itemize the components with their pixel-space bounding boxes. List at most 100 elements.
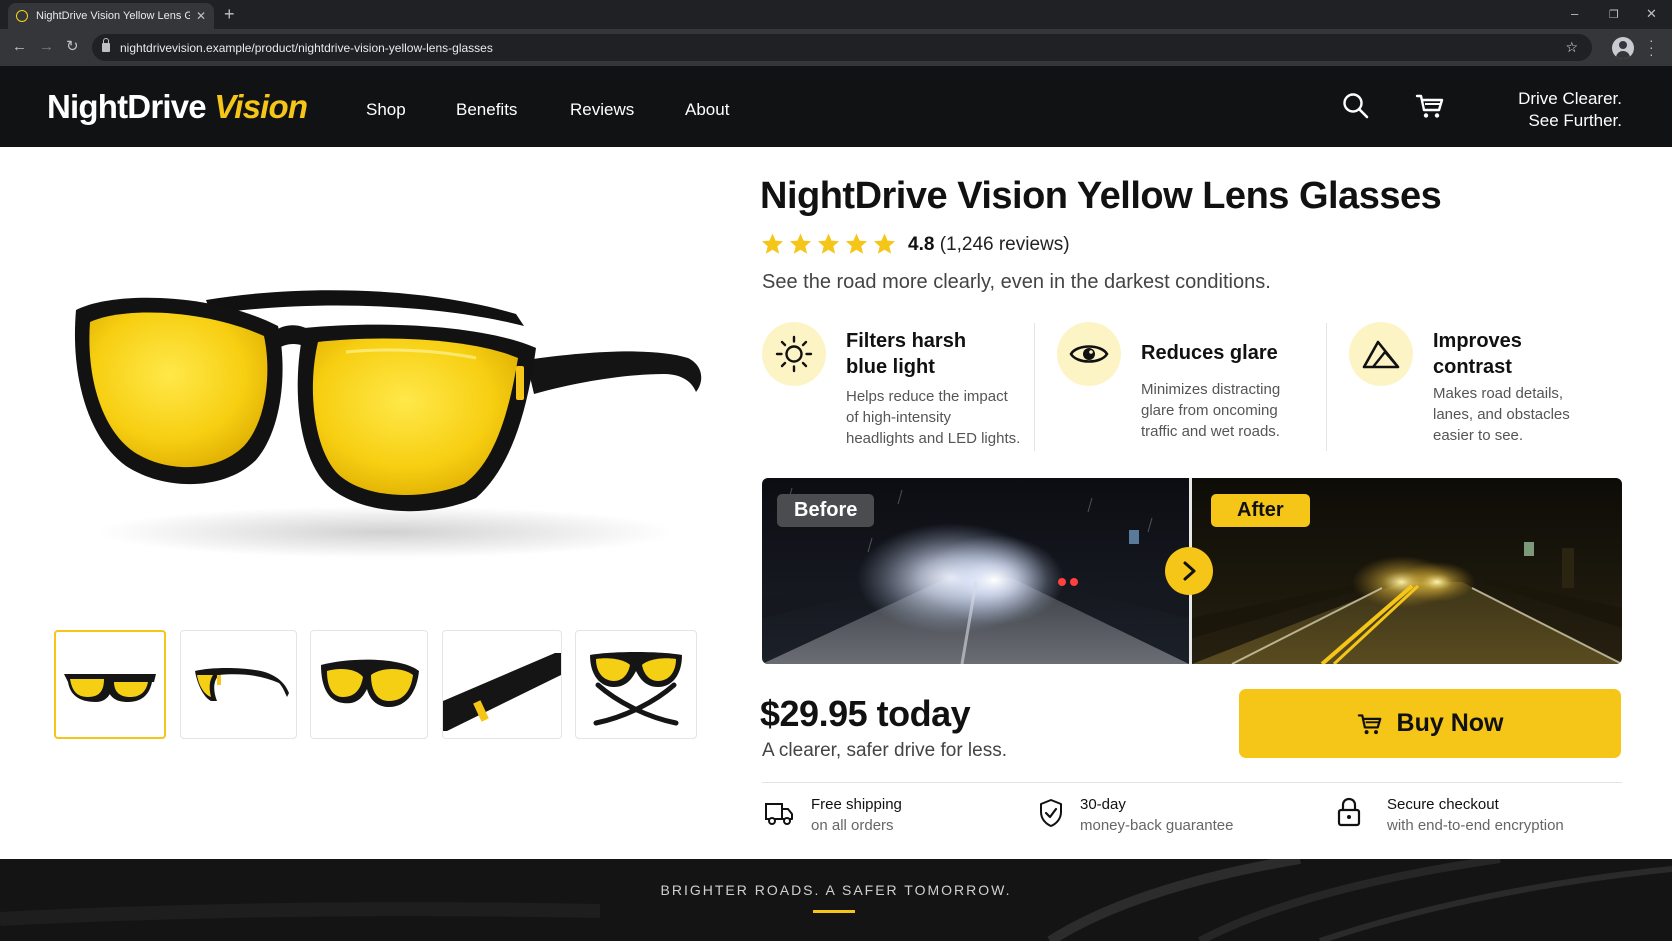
window-close-icon[interactable]: ✕ xyxy=(1646,6,1657,22)
favicon-icon xyxy=(16,10,28,22)
url-field[interactable]: nightdrivevision.example/product/nightdr… xyxy=(92,34,1592,61)
reload-icon[interactable]: ↻ xyxy=(66,38,79,56)
trust-subtitle: on all orders xyxy=(811,817,894,834)
back-icon[interactable]: ← xyxy=(12,38,27,56)
feature-description: Makes road details, lanes, and obstacles… xyxy=(1433,383,1570,446)
mountain-icon xyxy=(1362,340,1400,369)
nav-benefits[interactable]: Benefits xyxy=(456,100,517,120)
star-icon xyxy=(789,233,812,254)
site-logo[interactable]: NightDrive Vision xyxy=(47,88,308,126)
feature-divider xyxy=(1034,323,1035,451)
url-text: nightdrivevision.example/product/nightdr… xyxy=(120,40,493,55)
product-main-image[interactable] xyxy=(56,270,706,600)
forward-icon[interactable]: → xyxy=(39,38,54,56)
feature-title-line: contrast xyxy=(1433,356,1512,378)
nav-about[interactable]: About xyxy=(685,100,729,120)
browser-tab-strip: NightDrive Vision Yellow Lens Glasses ✕ … xyxy=(0,0,1672,29)
before-badge: Before xyxy=(777,494,875,527)
trust-subtitle: money-back guarantee xyxy=(1080,817,1234,834)
eye-icon xyxy=(1069,345,1109,363)
header-tagline: Drive Clearer. See Further. xyxy=(1518,88,1622,132)
tagline-line-2: See Further. xyxy=(1528,111,1622,130)
before-after-comparison[interactable]: Before After xyxy=(762,478,1622,664)
feature-title: Reduces glare xyxy=(1141,340,1278,366)
restore-icon[interactable]: ❐ xyxy=(1609,8,1619,21)
feature-title-line: Filters harsh xyxy=(846,330,967,352)
chevron-right-icon xyxy=(1183,561,1196,581)
footer-slogan: BRIGHTER ROADS. A SAFER TOMORROW. xyxy=(660,882,1012,898)
trust-title: 30-day xyxy=(1080,796,1126,813)
feature-title: Filters harsh blue light xyxy=(846,328,966,380)
road-background-image xyxy=(0,859,1672,941)
feature-badge xyxy=(762,322,826,386)
buy-now-label: Buy Now xyxy=(1396,709,1504,737)
trust-title: Free shipping xyxy=(811,796,902,813)
star-icon xyxy=(873,233,896,254)
product-title: NightDrive Vision Yellow Lens Glasses xyxy=(760,175,1442,217)
feature-title-line: Reduces glare xyxy=(1141,342,1278,364)
feature-desc-line: easier to see. xyxy=(1433,427,1524,444)
feature-desc-line: of high-intensity xyxy=(846,409,952,426)
new-tab-icon[interactable]: + xyxy=(224,4,235,24)
price-subtext: A clearer, safer drive for less. xyxy=(762,740,1007,761)
logo-text-accent: Vision xyxy=(214,88,308,125)
rating-summary[interactable]: 4.8 (1,246 reviews) xyxy=(908,234,1070,256)
feature-desc-line: traffic and wet roads. xyxy=(1141,423,1280,440)
feature-title-line: Improves xyxy=(1433,330,1522,352)
trust-subtitle: with end-to-end encryption xyxy=(1387,817,1564,834)
feature-description: Minimizes distracting glare from oncomin… xyxy=(1141,379,1280,442)
profile-avatar-icon[interactable] xyxy=(1612,37,1634,59)
nav-reviews[interactable]: Reviews xyxy=(570,100,634,120)
buy-now-button[interactable]: Buy Now xyxy=(1239,689,1621,758)
cart-icon[interactable] xyxy=(1415,92,1445,120)
truck-icon xyxy=(765,803,793,825)
site-header: NightDrive Vision Shop Benefits Reviews … xyxy=(0,66,1672,147)
feature-title: Improves contrast xyxy=(1433,328,1522,380)
product-price: $29.95 today xyxy=(760,693,971,734)
feature-desc-line: Makes road details, xyxy=(1433,385,1564,402)
bookmark-star-icon[interactable]: ☆ xyxy=(1565,39,1578,56)
browser-menu-icon[interactable]: · · · xyxy=(1649,33,1654,61)
browser-tab[interactable]: NightDrive Vision Yellow Lens Glasses ✕ xyxy=(8,3,214,29)
thumbnail-1[interactable] xyxy=(54,630,166,739)
feature-title-line: blue light xyxy=(846,356,935,378)
tagline-line-1: Drive Clearer. xyxy=(1518,89,1622,108)
thumbnail-5[interactable] xyxy=(575,630,697,739)
tab-title: NightDrive Vision Yellow Lens Glasses xyxy=(36,10,190,22)
feature-desc-line: headlights and LED lights. xyxy=(846,430,1021,447)
feature-description: Helps reduce the impact of high-intensit… xyxy=(846,386,1020,449)
lock-icon xyxy=(102,38,110,52)
footer-banner: BRIGHTER ROADS. A SAFER TOMORROW. xyxy=(0,859,1672,941)
padlock-icon xyxy=(1337,797,1361,827)
thumbnail-2[interactable] xyxy=(180,630,297,739)
tab-close-icon[interactable]: ✕ xyxy=(196,9,206,23)
feature-desc-line: glare from oncoming xyxy=(1141,402,1278,419)
sun-icon xyxy=(775,335,813,373)
star-icon xyxy=(761,233,784,254)
feature-desc-line: lanes, and obstacles xyxy=(1433,406,1570,423)
star-icon xyxy=(845,233,868,254)
rating-value: 4.8 xyxy=(908,234,935,255)
trust-title: Secure checkout xyxy=(1387,796,1499,813)
feature-badge xyxy=(1057,322,1121,386)
feature-divider xyxy=(1326,323,1327,451)
feature-badge xyxy=(1349,322,1413,386)
footer-accent-line xyxy=(813,910,855,913)
product-subtitle: See the road more clearly, even in the d… xyxy=(762,271,1271,293)
minimize-icon[interactable]: – xyxy=(1571,6,1578,21)
nav-shop[interactable]: Shop xyxy=(366,100,406,120)
address-bar: ← → ↻ nightdrivevision.example/product/n… xyxy=(0,29,1672,66)
thumbnail-4[interactable] xyxy=(442,630,562,739)
review-count: (1,246 reviews) xyxy=(939,234,1070,255)
star-icon xyxy=(817,233,840,254)
thumbnail-3[interactable] xyxy=(310,630,428,739)
cart-icon xyxy=(1357,713,1381,734)
logo-text-primary: NightDrive xyxy=(47,88,207,125)
search-icon[interactable] xyxy=(1342,92,1370,120)
feature-desc-line: Minimizes distracting xyxy=(1141,381,1281,398)
after-badge: After xyxy=(1211,494,1310,527)
star-rating xyxy=(760,232,897,256)
comparison-slider-handle[interactable] xyxy=(1165,547,1213,595)
feature-desc-line: Helps reduce the impact xyxy=(846,388,1008,405)
section-divider xyxy=(762,782,1622,783)
